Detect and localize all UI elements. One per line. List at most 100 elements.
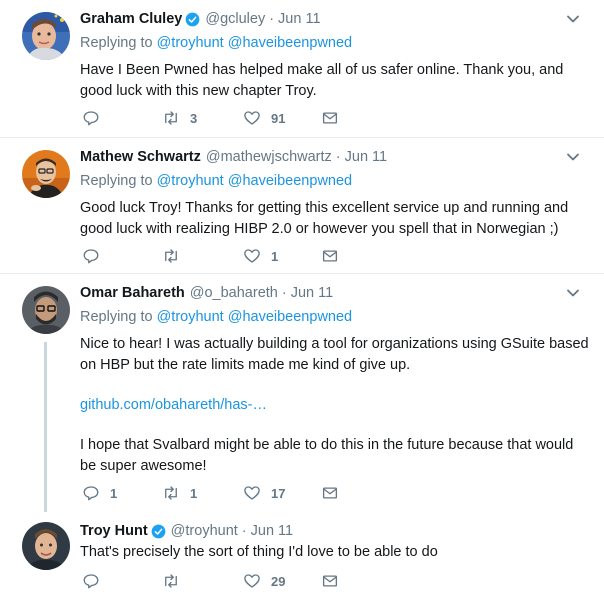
retweet-icon	[165, 111, 177, 125]
direct-message-icon	[322, 250, 338, 262]
direct-message-button[interactable]	[321, 571, 339, 591]
direct-message-button[interactable]	[321, 483, 339, 503]
direct-message-icon	[322, 487, 338, 499]
like-count: 29	[271, 573, 286, 589]
handle[interactable]: @mathewjschwartz	[206, 148, 332, 166]
verified-icon	[185, 12, 200, 26]
avatar-image	[22, 286, 70, 334]
like-button[interactable]: 91	[243, 108, 285, 128]
like-icon	[244, 486, 260, 500]
chevron-down-icon[interactable]	[566, 150, 580, 164]
avatar-image	[22, 12, 70, 60]
retweet-count: 3	[190, 110, 198, 126]
separator-dot: ·	[241, 523, 247, 539]
tweet-text: Good luck Troy! Thanks for getting this …	[80, 198, 590, 240]
retweet-count: 1	[190, 485, 198, 501]
display-name[interactable]: Omar Bahareth	[80, 284, 185, 302]
direct-message-button[interactable]	[321, 108, 339, 128]
tweet-paragraph: Nice to hear! I was actually building a …	[80, 336, 589, 373]
reply-button[interactable]	[82, 246, 110, 266]
reply-button[interactable]: 1	[82, 483, 117, 503]
timestamp[interactable]: Jun 11	[291, 284, 333, 302]
handle[interactable]: @gcluley	[205, 10, 265, 28]
tweet-text: Nice to hear! I was actually building a …	[80, 334, 590, 477]
mention-link[interactable]: @troyhunt	[157, 173, 224, 189]
timestamp[interactable]: Jun 11	[278, 10, 320, 28]
replying-to-label: Replying to	[80, 309, 153, 325]
reply-icon	[83, 486, 99, 501]
tweet-actions: 1 1 17	[80, 483, 340, 503]
avatar[interactable]	[22, 12, 70, 60]
avatar[interactable]	[22, 522, 70, 570]
replying-to: Replying to @troyhunt @haveibeenpwned	[80, 172, 590, 190]
handle[interactable]: @o_bahareth	[190, 284, 278, 302]
like-count: 1	[271, 248, 279, 264]
like-icon	[244, 249, 260, 263]
mention-link[interactable]: @haveibeenpwned	[228, 35, 352, 51]
tweet-header: Omar Bahareth @o_bahareth · Jun 11	[80, 284, 590, 302]
display-name[interactable]: Troy Hunt	[80, 522, 148, 540]
reply-count: 1	[110, 485, 118, 501]
separator-dot: ·	[281, 285, 287, 301]
tweet-header: Mathew Schwartz @mathewjschwartz · Jun 1…	[80, 148, 590, 166]
tweet-graham-cluley[interactable]: Graham Cluley @gcluley · Jun 11 Replying…	[0, 0, 604, 137]
direct-message-icon	[322, 112, 338, 124]
tweet-paragraph: I hope that Svalbard might be able to do…	[80, 437, 574, 474]
separator-dot: ·	[269, 11, 275, 27]
tweet-text: Have I Been Pwned has helped make all of…	[80, 60, 590, 102]
mention-link[interactable]: @haveibeenpwned	[228, 309, 352, 325]
tweet-actions: 1	[80, 246, 340, 266]
reply-button[interactable]	[82, 571, 110, 591]
tweet-omar-bahareth[interactable]: Omar Bahareth @o_bahareth · Jun 11 Reply…	[0, 274, 604, 512]
reply-icon	[83, 111, 99, 126]
timestamp[interactable]: Jun 11	[251, 522, 293, 540]
retweet-button[interactable]	[162, 246, 190, 266]
like-icon	[244, 111, 260, 125]
tweet-paragraph: Have I Been Pwned has helped make all of…	[80, 62, 564, 99]
tweet-paragraph: Good luck Troy! Thanks for getting this …	[80, 200, 569, 237]
reply-icon	[83, 249, 99, 264]
retweet-button[interactable]	[162, 571, 190, 591]
like-count: 91	[271, 110, 286, 126]
retweet-icon	[165, 486, 177, 500]
tweet-actions: 29	[80, 571, 340, 591]
separator-dot: ·	[335, 149, 341, 165]
tweet-header: Troy Hunt @troyhunt · Jun 11	[80, 522, 590, 540]
replying-to-label: Replying to	[80, 173, 153, 189]
tweet-link[interactable]: github.com/obahareth/has-…	[80, 397, 267, 413]
tweet-mathew-schwartz[interactable]: Mathew Schwartz @mathewjschwartz · Jun 1…	[0, 138, 604, 273]
avatar[interactable]	[22, 150, 70, 198]
retweet-button[interactable]: 1	[162, 483, 197, 503]
like-button[interactable]: 29	[243, 571, 285, 591]
reply-icon	[83, 574, 99, 589]
like-icon	[244, 574, 260, 588]
replying-to: Replying to @troyhunt @haveibeenpwned	[80, 308, 590, 326]
chevron-down-icon[interactable]	[566, 286, 580, 300]
mention-link[interactable]: @troyhunt	[157, 35, 224, 51]
mention-link[interactable]: @troyhunt	[157, 309, 224, 325]
direct-message-button[interactable]	[321, 246, 339, 266]
avatar-image	[22, 150, 70, 198]
retweet-button[interactable]: 3	[162, 108, 197, 128]
like-button[interactable]: 1	[243, 246, 278, 266]
retweet-icon	[165, 574, 177, 588]
tweet-troy-hunt[interactable]: Troy Hunt @troyhunt · Jun 11 That's prec…	[0, 510, 604, 598]
tweet-actions: 3 91	[80, 108, 340, 128]
handle[interactable]: @troyhunt	[171, 522, 238, 540]
mention-link[interactable]: @haveibeenpwned	[228, 173, 352, 189]
display-name[interactable]: Mathew Schwartz	[80, 148, 201, 166]
chevron-down-icon[interactable]	[566, 12, 580, 26]
display-name[interactable]: Graham Cluley	[80, 10, 182, 28]
avatar-image	[22, 522, 70, 570]
avatar[interactable]	[22, 286, 70, 334]
tweet-paragraph: That's precisely the sort of thing I'd l…	[80, 544, 438, 560]
verified-icon	[151, 524, 166, 538]
thread-connector	[44, 342, 47, 512]
replying-to: Replying to @troyhunt @haveibeenpwned	[80, 34, 590, 52]
tweet-header: Graham Cluley @gcluley · Jun 11	[80, 10, 590, 28]
replying-to-label: Replying to	[80, 35, 153, 51]
direct-message-icon	[322, 575, 338, 587]
reply-button[interactable]	[82, 108, 110, 128]
like-button[interactable]: 17	[243, 483, 285, 503]
timestamp[interactable]: Jun 11	[345, 148, 387, 166]
